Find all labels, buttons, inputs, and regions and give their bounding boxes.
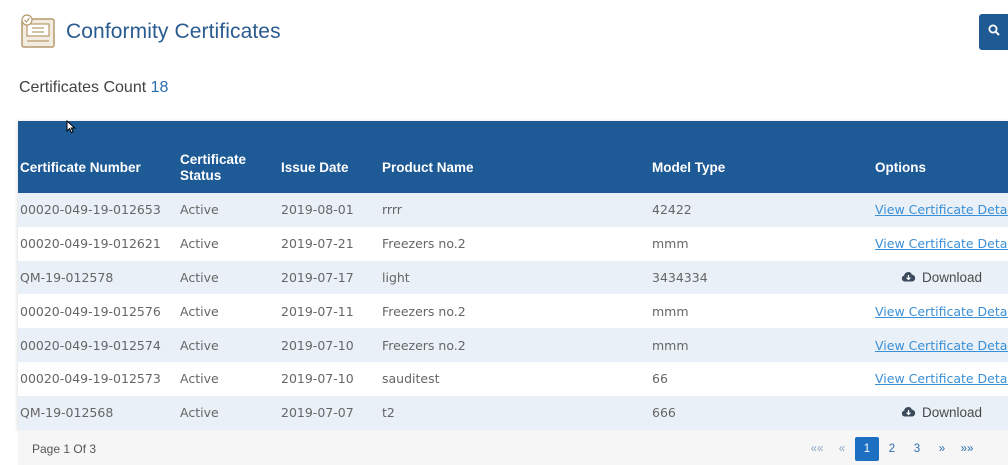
cell-issue-date: 2019-07-07 — [281, 405, 354, 421]
cell-issue-date: 2019-07-10 — [281, 371, 354, 387]
mouse-cursor-icon — [66, 119, 76, 134]
pagination: «« « 1 2 3 » »» — [804, 437, 979, 461]
cell-product-name: Freezers no.2 — [382, 236, 466, 252]
pager-prev-button[interactable]: « — [830, 437, 854, 461]
cell-issue-date: 2019-07-21 — [281, 236, 354, 252]
download-button[interactable]: Download — [901, 270, 982, 285]
cell-certificate-status: Active — [180, 371, 219, 387]
download-label: Download — [921, 405, 983, 421]
search-button[interactable] — [979, 14, 1008, 50]
cell-product-name: sauditest — [382, 371, 440, 387]
pager-page-2[interactable]: 2 — [880, 437, 904, 461]
cell-options: View Certificate Details — [873, 227, 1008, 261]
column-header-certificate-number[interactable]: Certificate Number — [18, 121, 178, 193]
page-info: Page 1 Of 3 — [32, 442, 97, 456]
view-certificate-details-link[interactable]: View Certificate Details — [875, 338, 1008, 353]
cell-product-name: t2 — [382, 405, 395, 421]
table-header-row: Certificate Number Certificate Status Iss… — [18, 121, 1008, 193]
cell-options: View Certificate Details — [873, 328, 1008, 362]
cell-issue-date: 2019-08-01 — [281, 202, 354, 218]
cell-model-type: 666 — [652, 405, 676, 421]
table-row: 00020-049-19-012573 Active 2019-07-10 saudi… — [18, 361, 1008, 396]
cell-options: View Certificate Details — [873, 362, 1008, 396]
column-header-certificate-status[interactable]: Certificate Status — [178, 121, 279, 193]
certificates-table: Certificate Number Certificate Status Iss… — [18, 121, 1008, 430]
certificates-count: Certificates Count 18 — [19, 79, 168, 97]
cell-options: View Certificate Details — [873, 193, 1008, 227]
cell-product-name: Freezers no.2 — [382, 337, 466, 353]
cell-certificate-status: Active — [180, 202, 219, 218]
table-row: 00020-049-19-012621 Active 2019-07-21 Freez… — [18, 226, 1008, 261]
cell-product-name: light — [382, 269, 410, 285]
cell-options: Download — [873, 396, 1008, 430]
cell-certificate-number: 00020-049-19-012653 — [20, 202, 161, 218]
column-header-status-line1: Certificate — [180, 152, 247, 167]
certificates-count-label: Certificates Count — [19, 79, 147, 96]
pager-first-button[interactable]: «« — [805, 437, 829, 461]
cell-model-type: mmm — [652, 236, 689, 252]
view-certificate-details-link[interactable]: View Certificate Details — [875, 304, 1008, 319]
cell-certificate-number: 00020-049-19-012574 — [20, 337, 161, 353]
download-label: Download — [921, 269, 983, 285]
page-header: Conformity Certificates — [0, 0, 1008, 64]
cell-certificate-status: Active — [180, 337, 219, 353]
column-header-options: Options — [875, 160, 926, 175]
cell-certificate-status: Active — [180, 405, 219, 421]
view-certificate-details-link[interactable]: View Certificate Details — [875, 371, 1008, 386]
cell-certificate-status: Active — [180, 303, 219, 319]
cell-certificate-number: 00020-049-19-012621 — [20, 236, 161, 252]
table-row: 00020-049-19-012653 Active 2019-08-01 rrrr 4… — [18, 193, 1008, 227]
cloud-download-icon — [901, 405, 916, 420]
pager-next-button[interactable]: » — [930, 437, 954, 461]
table-row: QM-19-012578 Active 2019-07-17 light 3434334… — [18, 260, 1008, 295]
certificates-count-value: 18 — [150, 79, 169, 96]
cloud-download-icon — [901, 270, 916, 285]
column-header-product-name[interactable]: Product Name — [380, 121, 650, 193]
cell-certificate-number: QM-19-012568 — [20, 405, 114, 421]
cell-certificate-number: 00020-049-19-012576 — [20, 303, 161, 319]
cell-issue-date: 2019-07-17 — [281, 269, 354, 285]
pager-page-3[interactable]: 3 — [905, 437, 929, 461]
cell-certificate-status: Active — [180, 269, 219, 285]
table-row: QM-19-012568 Active 2019-07-07 t2 666 Downloa… — [18, 395, 1008, 430]
table-row: 00020-049-19-012574 Active 2019-07-10 Freez… — [18, 328, 1008, 362]
cell-options: Download — [873, 261, 1008, 295]
cell-model-type: 42422 — [652, 202, 692, 218]
cell-options: View Certificate Details — [873, 294, 1008, 328]
cell-issue-date: 2019-07-10 — [281, 337, 354, 353]
cell-model-type: mmm — [652, 337, 689, 353]
cell-product-name: rrrr — [382, 202, 402, 218]
cell-certificate-number: 00020-049-19-012573 — [20, 371, 161, 387]
column-header-status-line2: Status — [180, 168, 222, 183]
download-button[interactable]: Download — [901, 405, 982, 420]
pager-page-1[interactable]: 1 — [855, 437, 879, 461]
search-icon — [988, 23, 1000, 41]
cell-certificate-number: QM-19-012578 — [20, 269, 114, 285]
page-title: Conformity Certificates — [66, 20, 281, 43]
table-row: 00020-049-19-012576 Active 2019-07-11 Freez… — [18, 294, 1008, 329]
cell-product-name: Freezers no.2 — [382, 303, 466, 319]
cell-model-type: 66 — [652, 371, 668, 387]
cell-model-type: mmm — [652, 303, 689, 319]
view-certificate-details-link[interactable]: View Certificate Details — [875, 202, 1008, 217]
pager-last-button[interactable]: »» — [955, 437, 979, 461]
view-certificate-details-link[interactable]: View Certificate Details — [875, 236, 1008, 251]
cell-issue-date: 2019-07-11 — [281, 303, 354, 319]
column-header-issue-date[interactable]: Issue Date — [279, 121, 380, 193]
table-footer: Page 1 Of 3 «« « 1 2 3 » »» — [18, 430, 1008, 465]
column-header-model-type[interactable]: Model Type — [650, 121, 873, 193]
certificate-icon — [20, 14, 56, 50]
cell-model-type: 3434334 — [652, 269, 708, 285]
cell-certificate-status: Active — [180, 236, 219, 252]
